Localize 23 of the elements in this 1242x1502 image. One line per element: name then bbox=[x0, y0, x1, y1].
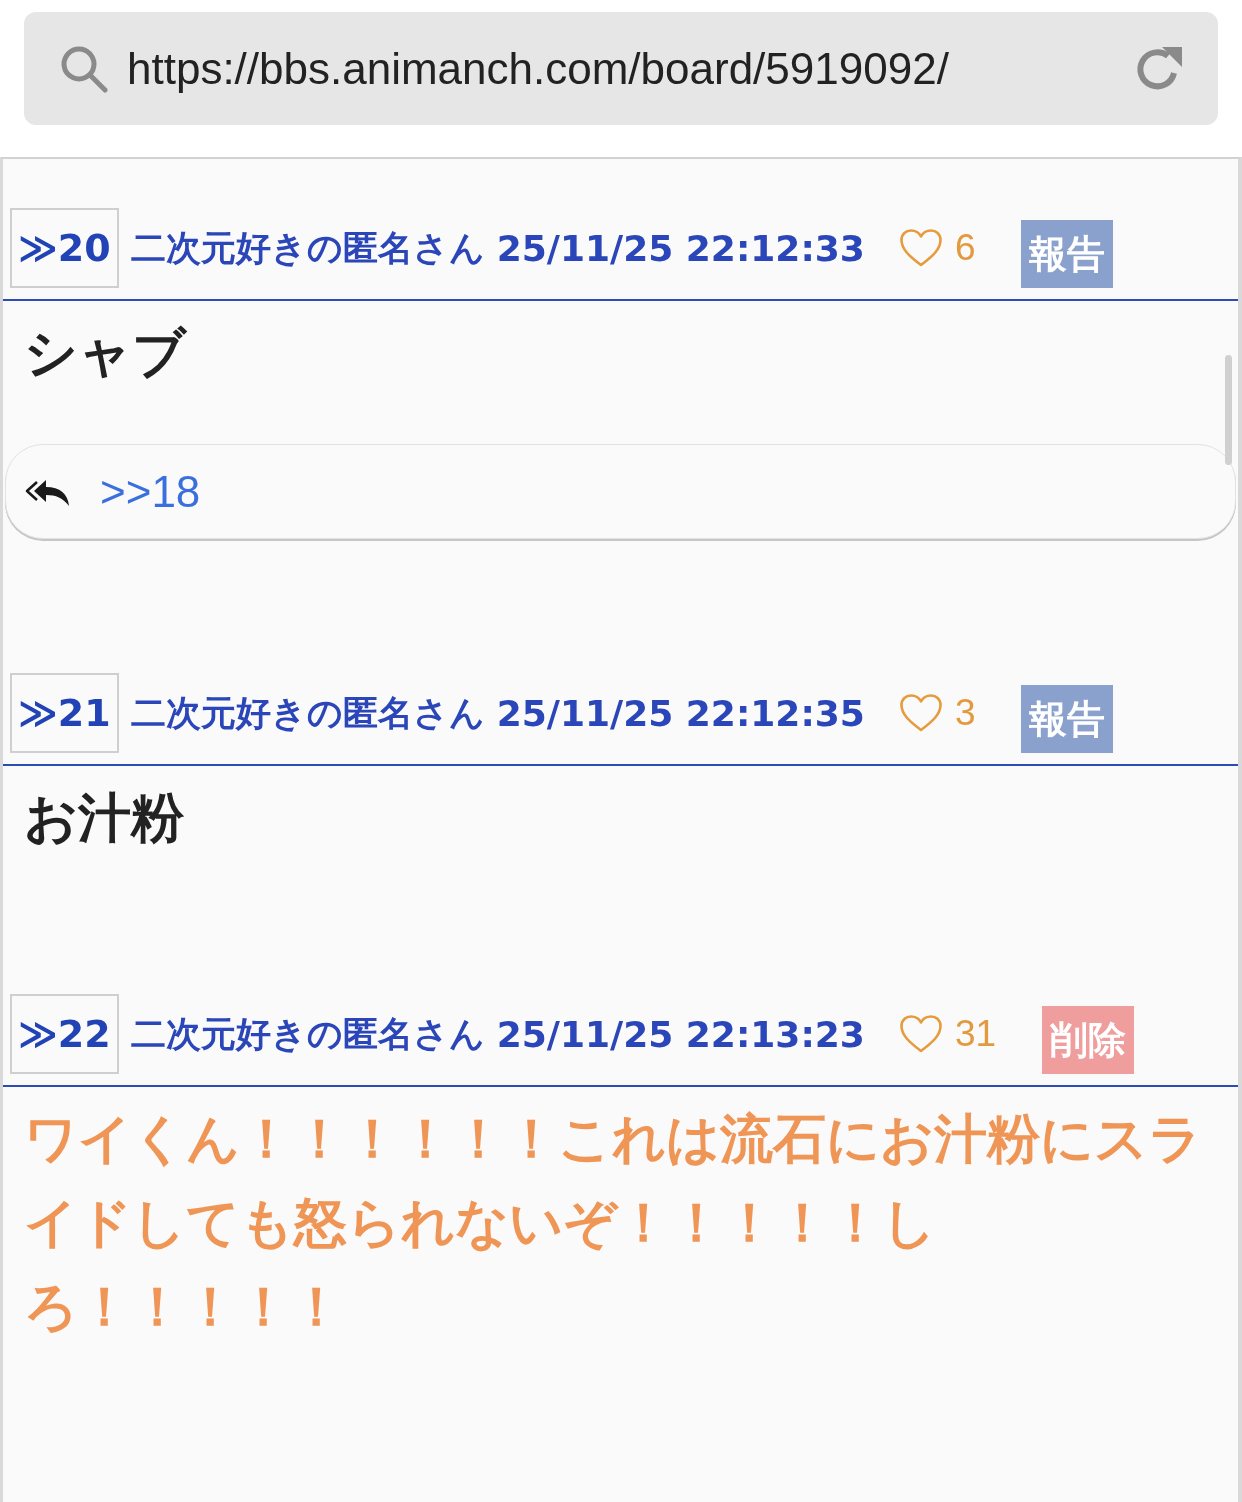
post-text: ワイくん！！！！！！これは流石にお汁粉にスライドしても怒られないぞ！！！！！しろ！！！！！ bbox=[23, 1107, 1203, 1339]
poster-name: 二次元好きの匿名さん bbox=[130, 226, 485, 270]
like-button[interactable]: 3 bbox=[898, 692, 976, 734]
like-button[interactable]: 6 bbox=[898, 227, 976, 269]
search-icon bbox=[60, 44, 108, 93]
poster-name: 二次元好きの匿名さん bbox=[130, 1012, 485, 1056]
post-date: 25/11/25 22:12:33 bbox=[496, 227, 865, 269]
heart-icon bbox=[898, 693, 943, 733]
report-button[interactable]: 報告 bbox=[1021, 685, 1114, 753]
reply-link[interactable]: >>18 bbox=[100, 466, 201, 517]
heart-icon bbox=[898, 1014, 943, 1054]
address-bar[interactable]: https://bbs.animanch.com/board/5919092/ bbox=[24, 12, 1218, 125]
report-button[interactable]: 報告 bbox=[1021, 220, 1114, 288]
like-button[interactable]: 31 bbox=[898, 1013, 997, 1055]
post-number-link[interactable]: ≫20 bbox=[10, 208, 119, 288]
poster-name: 二次元好きの匿名さん bbox=[130, 691, 485, 735]
post-number-link[interactable]: ≫21 bbox=[10, 673, 119, 753]
post-text: お汁粉 bbox=[23, 786, 185, 850]
post-text: シャブ bbox=[23, 321, 188, 385]
post-date: 25/11/25 22:13:23 bbox=[496, 1013, 865, 1055]
post-number-link[interactable]: ≫22 bbox=[10, 994, 119, 1074]
heart-icon bbox=[898, 228, 943, 268]
post-date: 25/11/25 22:12:35 bbox=[496, 692, 865, 734]
